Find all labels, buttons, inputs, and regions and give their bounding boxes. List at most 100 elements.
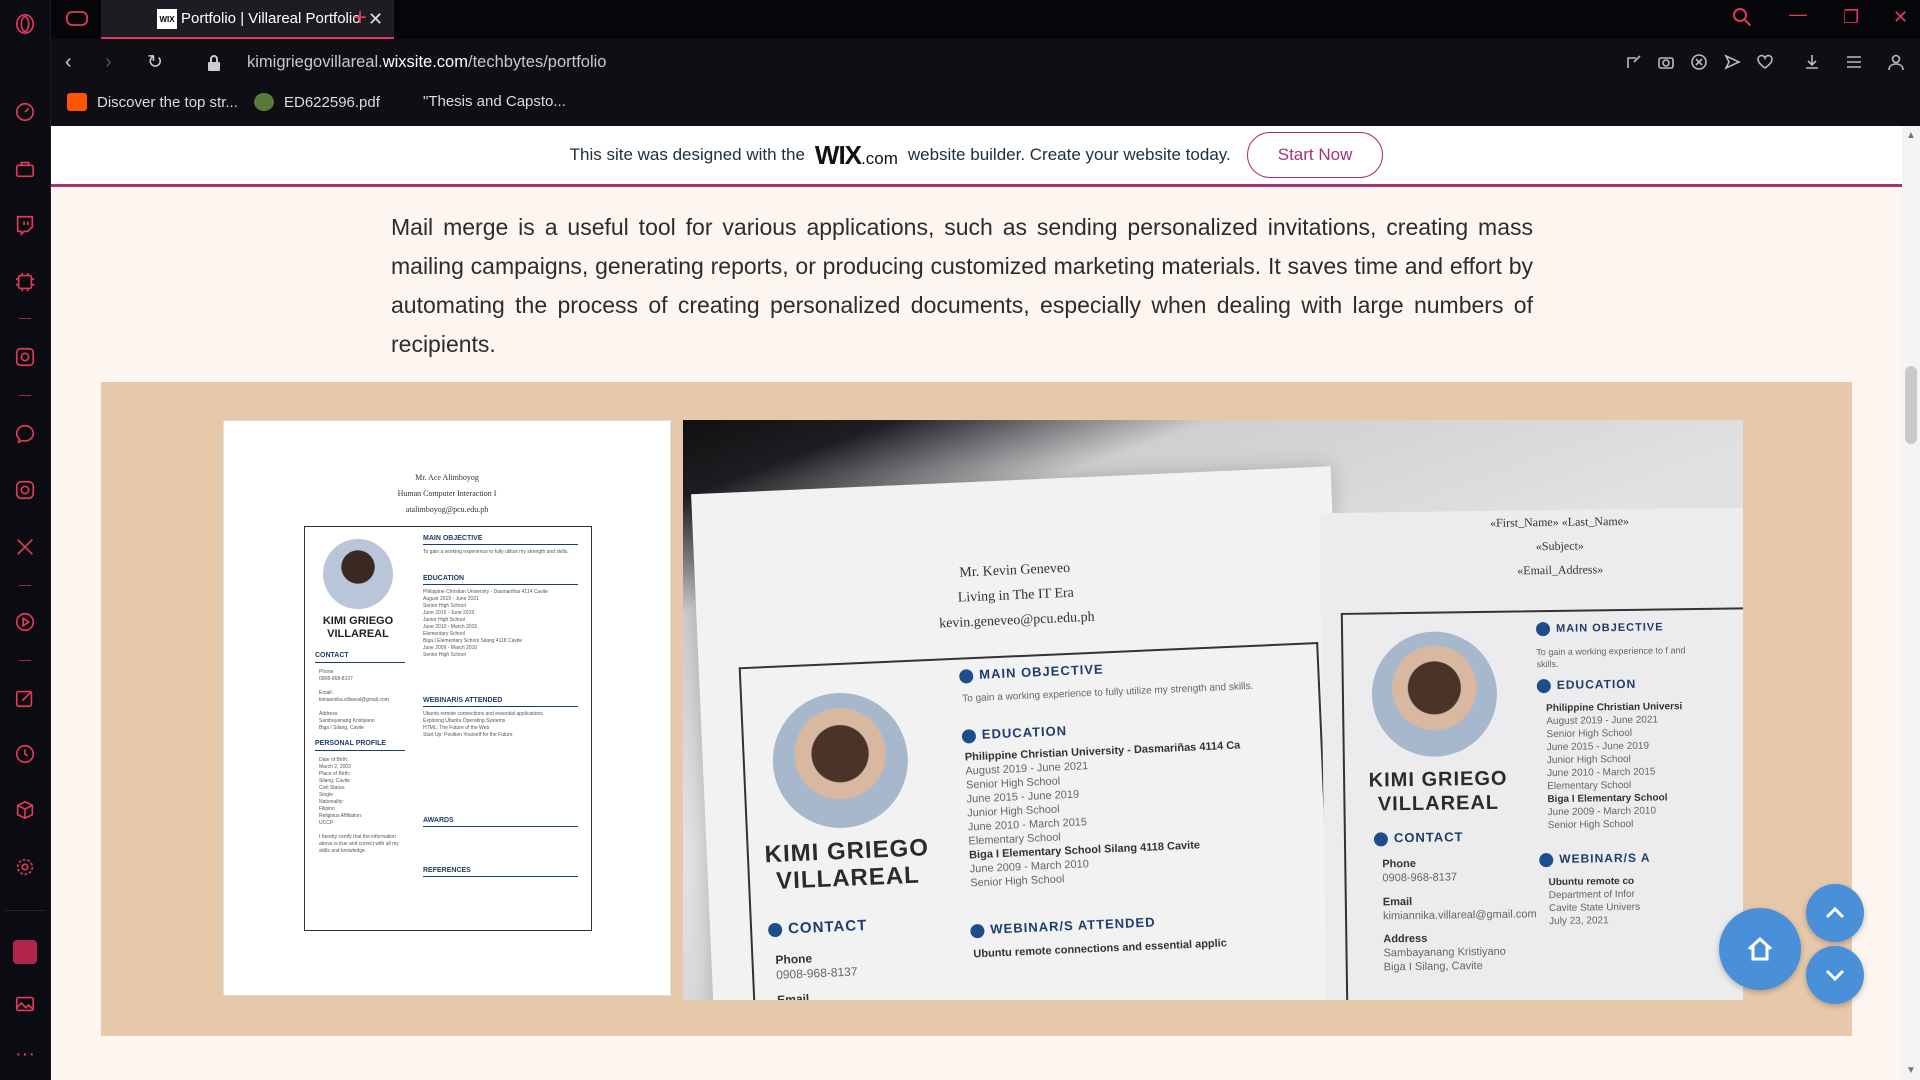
gallery-image-resume-photo[interactable]: Mr. Kevin Geneveo Living in The IT Era k…	[683, 420, 1743, 1000]
forward-icon[interactable]: ›	[105, 51, 112, 74]
start-now-button[interactable]: Start Now	[1246, 132, 1384, 178]
gx-control-icon[interactable]	[13, 270, 37, 294]
search-icon[interactable]	[1732, 7, 1752, 27]
education-list: Philippine Christian University - Dasmar…	[965, 736, 1311, 891]
bookmarks-bar: Discover the top str... ED622596.pdf "Th…	[51, 89, 1920, 126]
camera-icon[interactable]	[1657, 53, 1675, 71]
profile-icon[interactable]	[1887, 53, 1905, 71]
url-input[interactable]: kimigriegovillareal.wixsite.com/techbyte…	[247, 53, 606, 72]
phone-value: 0908-968-8137	[775, 964, 858, 982]
webinar-item: Ubuntu remote co	[1548, 875, 1635, 889]
adblock-icon[interactable]	[1690, 53, 1708, 71]
education-heading-text: EDUCATION	[1556, 676, 1637, 692]
pinboard-icon[interactable]	[13, 686, 37, 710]
divider	[315, 750, 405, 751]
divider	[423, 826, 578, 827]
resume-section: CONTACT	[315, 652, 349, 659]
snapshot-edit-icon[interactable]	[1625, 53, 1643, 71]
tab-active[interactable]: WIX Portfolio | Villareal Portfolio ✕	[101, 0, 394, 39]
webinar-heading-right: WEBINAR/S A	[1539, 851, 1651, 868]
email-value: kimiannika.villareal@gmail.com	[1382, 908, 1537, 923]
scroll-down-arrow-icon[interactable]: ▼	[1906, 1065, 1916, 1076]
tab-close-icon[interactable]: ✕	[368, 9, 383, 30]
player-icon[interactable]	[13, 610, 37, 634]
bookmark-item[interactable]: Discover the top str...	[67, 93, 238, 111]
url-prefix: kimigriegovillareal.	[247, 53, 383, 71]
chevron-down-icon	[1825, 969, 1845, 982]
resume-paper-right: «First_Name» «Last_Name» «Subject» «Emai…	[1319, 506, 1743, 1000]
sidebar-separator	[19, 318, 31, 319]
resume-name: KIMI GRIEGO VILLAREAL	[322, 615, 394, 640]
gallery-icon[interactable]	[13, 992, 37, 1016]
easy-setup-icon[interactable]	[1845, 53, 1863, 71]
resume-webinars: Ubuntu remote connections and essential …	[423, 711, 543, 738]
back-icon[interactable]: ‹	[65, 51, 72, 74]
webinar-icon	[1539, 852, 1554, 868]
contact-heading-text: CONTACT	[787, 916, 868, 938]
download-icon[interactable]	[1803, 53, 1821, 71]
image-gallery: Mr. Ace Alimboyog Human Computer Interac…	[101, 382, 1852, 1036]
scroll-up-arrow-icon[interactable]: ▲	[1906, 130, 1916, 141]
pdf-icon	[254, 93, 274, 111]
objective-text-right: To gain a working experience to f and sk…	[1536, 645, 1686, 670]
soundcloud-icon	[67, 93, 87, 111]
x-icon[interactable]	[13, 535, 37, 559]
email-block-right: Email kimiannika.villareal@gmail.com	[1383, 893, 1537, 923]
url-path: /techbytes/portfolio	[467, 53, 607, 71]
new-tab-icon[interactable]: +	[353, 4, 367, 32]
scroll-down-button[interactable]	[1806, 946, 1864, 1004]
webinar-list-right: Ubuntu remote co Department of Infor Cav…	[1548, 875, 1640, 928]
tab-title: Portfolio | Villareal Portfolio	[181, 10, 361, 27]
education-list-right: Philippine Christian Universi August 201…	[1546, 700, 1708, 832]
wix-logo: WIX.com	[815, 140, 898, 171]
chatgpt-icon[interactable]	[13, 345, 37, 369]
email-label: Email	[1382, 895, 1413, 909]
merge-field-email: «Email_Address»	[1517, 562, 1604, 578]
messenger-icon[interactable]	[13, 422, 37, 446]
opera-icon[interactable]	[13, 12, 37, 36]
gx-tab-icon[interactable]	[65, 9, 89, 29]
page-scrollbar[interactable]: ▲ ▼	[1902, 126, 1920, 1080]
bookmark-item[interactable]: "Thesis and Capsto...	[423, 93, 566, 110]
mail-merge-paragraph: Mail merge is a useful tool for various …	[391, 214, 1533, 357]
close-window-icon[interactable]: ✕	[1893, 7, 1908, 28]
send-icon[interactable]	[1723, 53, 1741, 71]
twitch-icon[interactable]	[13, 213, 37, 237]
wix-banner-text-2: website builder. Create your website tod…	[907, 145, 1231, 164]
heart-icon[interactable]	[1756, 53, 1774, 71]
instagram-icon[interactable]	[13, 478, 37, 502]
gallery-image-resume[interactable]: Mr. Ace Alimboyog Human Computer Interac…	[223, 420, 671, 996]
paper-header: Mr. Kevin Geneveo Living in The IT Era k…	[864, 552, 1167, 640]
reload-icon[interactable]: ↻	[147, 51, 163, 74]
extensions-icon[interactable]	[13, 798, 37, 822]
resume-profile-text: Date of Birth: March 2, 2003 Place of Birt…	[319, 757, 399, 854]
scroll-thumb[interactable]	[1905, 366, 1917, 444]
education-heading-right: EDUCATION	[1536, 676, 1637, 694]
home-button[interactable]	[1719, 908, 1801, 990]
objective-heading-right: MAIN OBJECTIVE	[1535, 620, 1664, 637]
chevron-up-icon	[1825, 906, 1845, 919]
resume-objective: To gain a working experience to fully ut…	[423, 549, 569, 555]
edu-item: Senior High School	[1547, 818, 1634, 832]
bookmark-item[interactable]: ED622596.pdf	[254, 93, 380, 111]
restore-icon[interactable]: ❐	[1843, 7, 1859, 28]
briefcase-icon[interactable]	[13, 157, 37, 181]
sidebar-separator	[19, 585, 31, 586]
resume-header-3: atalimboyog@pcu.edu.ph	[405, 505, 489, 514]
wix-favicon-icon: WIX	[157, 9, 177, 29]
scroll-up-button[interactable]	[1806, 884, 1864, 942]
minimize-icon[interactable]: —	[1789, 4, 1807, 25]
resume-photo	[323, 539, 393, 609]
speed-dial-icon[interactable]	[13, 100, 37, 124]
resume-section: EDUCATION	[423, 575, 465, 582]
history-icon[interactable]	[13, 742, 37, 766]
resume-contact-text: Phone 0908-968-8137 Email: kimiannika.villa…	[319, 669, 389, 731]
resume-section: WEBINAR/S ATTENDED	[423, 697, 503, 704]
more-icon[interactable]: ···	[13, 1042, 37, 1066]
settings-icon[interactable]	[13, 855, 37, 879]
gx-corner-icon[interactable]	[13, 940, 37, 964]
home-icon	[1747, 936, 1773, 961]
resume-document: KIMI GRIEGO VILLAREAL CONTACT Phone 0908-…	[304, 526, 592, 931]
bookmark-label: "Thesis and Capsto...	[423, 93, 566, 110]
sidebar-separator	[5, 910, 45, 911]
